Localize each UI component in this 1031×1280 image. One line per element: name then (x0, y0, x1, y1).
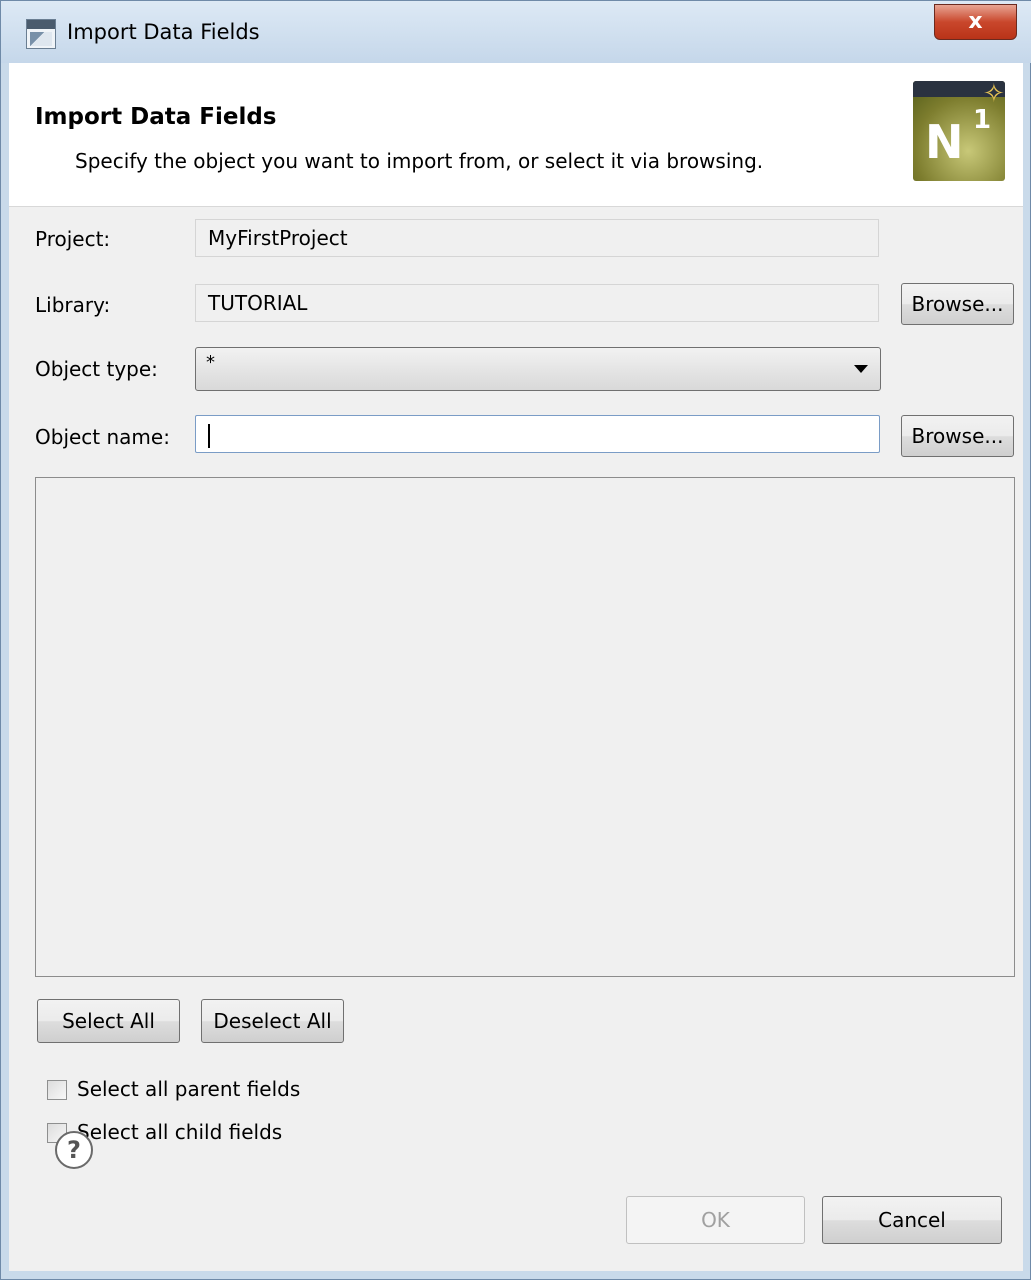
library-label: Library: (35, 293, 111, 317)
page-description: Specify the object you want to import fr… (75, 149, 764, 173)
close-icon: x (968, 9, 983, 34)
app-icon (26, 19, 56, 49)
close-button[interactable]: x (934, 4, 1017, 40)
ok-button[interactable]: OK (626, 1196, 805, 1244)
child-fields-label: Select all child fields (77, 1120, 283, 1144)
logo-superscript: 1 (973, 105, 992, 135)
product-logo: N 1 ✧ (913, 81, 1005, 181)
dialog-header: Import Data Fields Specify the object yo… (9, 63, 1023, 207)
title-bar[interactable]: Import Data Fields x (1, 1, 1031, 63)
project-label: Project: (35, 227, 111, 251)
deselect-all-button[interactable]: Deselect All (201, 999, 344, 1043)
library-field: TUTORIAL (195, 284, 879, 322)
object-name-input[interactable] (195, 415, 880, 453)
library-browse-button[interactable]: Browse... (901, 283, 1014, 325)
object-name-browse-button[interactable]: Browse... (901, 415, 1014, 457)
object-type-select[interactable]: * (195, 347, 881, 391)
data-fields-list[interactable] (35, 477, 1015, 977)
logo-star-icon: ✧ (983, 81, 1005, 109)
logo-letter: N (925, 115, 964, 169)
parent-fields-label: Select all parent fields (77, 1077, 301, 1101)
window-title: Import Data Fields (67, 20, 260, 44)
text-caret (208, 423, 210, 448)
object-type-label: Object type: (35, 357, 158, 381)
dropdown-arrow-icon (854, 365, 868, 373)
parent-fields-checkbox[interactable] (47, 1080, 67, 1100)
page-title: Import Data Fields (35, 104, 277, 130)
select-all-button[interactable]: Select All (37, 999, 180, 1043)
cancel-button[interactable]: Cancel (822, 1196, 1002, 1244)
object-name-label: Object name: (35, 425, 170, 449)
dialog-window: Import Data Fields x Import Data Fields … (0, 0, 1031, 1280)
object-type-value: * (206, 352, 215, 373)
project-field: MyFirstProject (195, 219, 879, 257)
dialog-client-area: Import Data Fields Specify the object yo… (9, 63, 1023, 1271)
help-icon[interactable]: ? (55, 1131, 93, 1169)
